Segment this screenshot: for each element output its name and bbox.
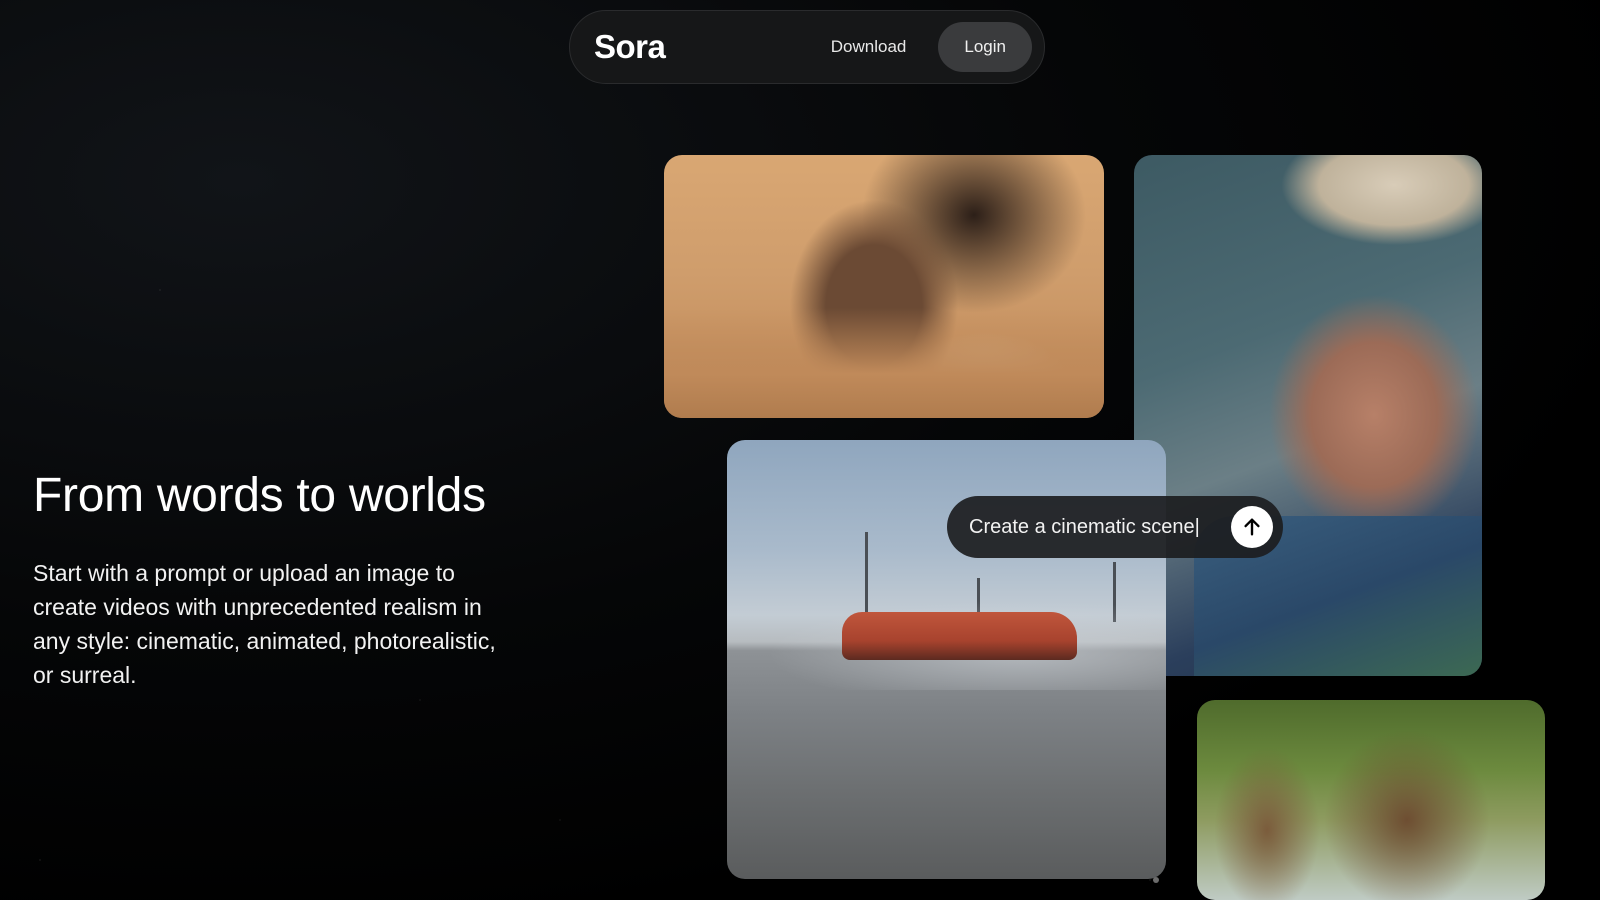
desert-dune <box>664 308 1104 418</box>
brand-logo[interactable]: Sora <box>594 28 831 66</box>
carousel-dot[interactable] <box>1153 877 1159 883</box>
send-button[interactable] <box>1231 506 1273 548</box>
download-link[interactable]: Download <box>831 37 907 57</box>
landing-page: Sora Download Login From words to worlds… <box>0 0 1600 900</box>
login-button[interactable]: Login <box>938 22 1032 72</box>
login-button-label: Login <box>964 37 1006 56</box>
hero-title: From words to worlds <box>33 469 486 522</box>
top-nav: Sora Download Login <box>569 10 1045 84</box>
prompt-bubble[interactable]: Create a cinematic scene| <box>947 496 1283 558</box>
prompt-text: Create a cinematic scene| <box>969 515 1200 538</box>
hero-description: Start with a prompt or upload an image t… <box>33 560 496 688</box>
red-car <box>842 612 1077 660</box>
arrow-up-icon <box>1244 518 1260 536</box>
video-card-jungle-raft[interactable] <box>1197 700 1545 900</box>
video-card-desert[interactable] <box>664 155 1104 418</box>
video-card-man-looking-up[interactable] <box>1134 155 1482 676</box>
